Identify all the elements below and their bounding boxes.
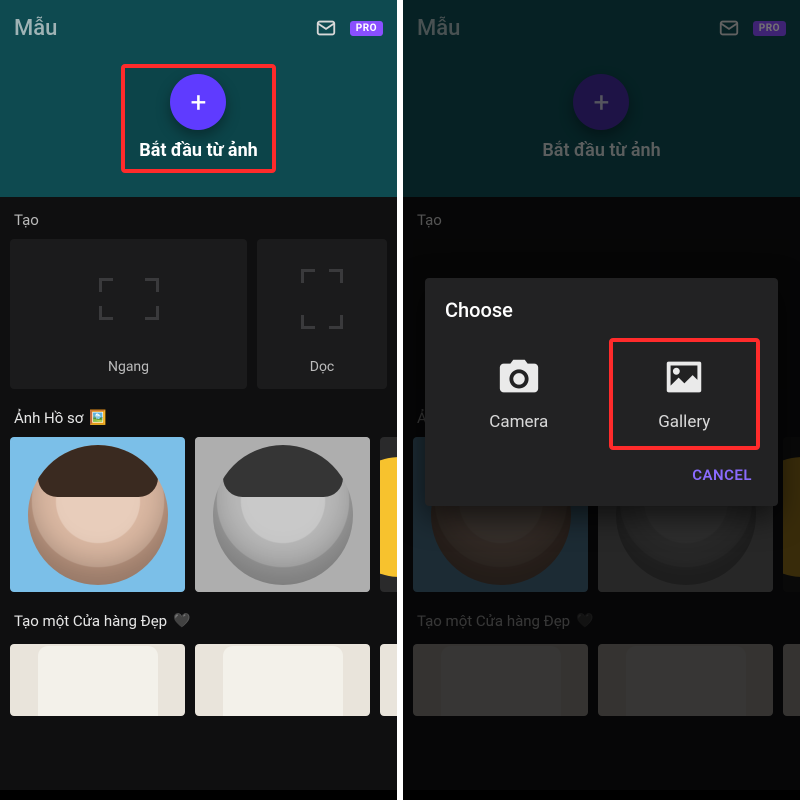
nav-bar <box>0 790 397 800</box>
profile-template-1[interactable] <box>10 437 185 592</box>
create-horizontal-label: Ngang <box>108 359 149 375</box>
create-vertical-card[interactable]: Dọc <box>257 239 387 389</box>
store-template-3[interactable] <box>380 644 397 716</box>
phone-left: Mẫu PRO + Bắt đầu từ ảnh Tạo Ngang <box>0 0 397 800</box>
choose-camera-button[interactable]: Camera <box>445 340 593 448</box>
heart-emoji-icon: 🖤 <box>173 613 190 629</box>
section-store-label: Tạo một Cửa hàng Đẹp 🖤 <box>0 592 397 640</box>
choose-camera-label: Camera <box>489 412 548 432</box>
choose-dialog: Choose Camera Gallery CANCEL <box>425 278 778 506</box>
crop-horizontal-icon <box>99 278 159 320</box>
store-template-1[interactable] <box>10 644 185 716</box>
screenshot-pair: Mẫu PRO + Bắt đầu từ ảnh Tạo Ngang <box>0 0 800 800</box>
profile-thumbs <box>0 437 397 592</box>
cancel-button[interactable]: CANCEL <box>686 458 758 492</box>
profile-template-3[interactable] <box>380 437 397 592</box>
nav-bar <box>403 790 800 800</box>
mail-icon[interactable] <box>312 14 340 42</box>
hero-area: + Bắt đầu từ ảnh <box>0 56 397 197</box>
store-template-2[interactable] <box>195 644 370 716</box>
camera-icon <box>496 354 542 400</box>
create-horizontal-card[interactable]: Ngang <box>10 239 247 389</box>
section-store-text: Tạo một Cửa hàng Đẹp <box>14 612 167 630</box>
section-profile-text: Ảnh Hồ sơ <box>14 409 83 427</box>
dialog-choices: Camera Gallery <box>445 340 758 448</box>
start-from-photo-label: Bắt đầu từ ảnh <box>139 140 258 161</box>
top-bar: Mẫu PRO <box>0 0 397 56</box>
create-vertical-label: Dọc <box>310 359 335 375</box>
pro-badge[interactable]: PRO <box>350 21 383 36</box>
crop-vertical-icon <box>301 269 343 329</box>
start-from-photo-button[interactable]: + Bắt đầu từ ảnh <box>123 66 274 171</box>
dialog-actions: CANCEL <box>445 458 758 492</box>
page-title: Mẫu <box>14 16 302 41</box>
profile-template-2[interactable] <box>195 437 370 592</box>
phone-right: Mẫu PRO + Bắt đầu từ ảnh Tạo Ảnh Hồ sơ 🖼… <box>403 0 800 800</box>
plus-icon: + <box>170 74 226 130</box>
store-thumbs <box>0 644 397 716</box>
dialog-title: Choose <box>445 298 758 322</box>
picture-emoji-icon: 🖼️ <box>89 410 106 426</box>
section-profile-label: Ảnh Hồ sơ 🖼️ <box>0 389 397 437</box>
choose-gallery-label: Gallery <box>658 412 710 432</box>
gallery-icon <box>661 354 707 400</box>
choose-gallery-button[interactable]: Gallery <box>611 340 759 448</box>
create-row: Ngang Dọc <box>0 239 397 389</box>
section-create-label: Tạo <box>0 197 397 239</box>
